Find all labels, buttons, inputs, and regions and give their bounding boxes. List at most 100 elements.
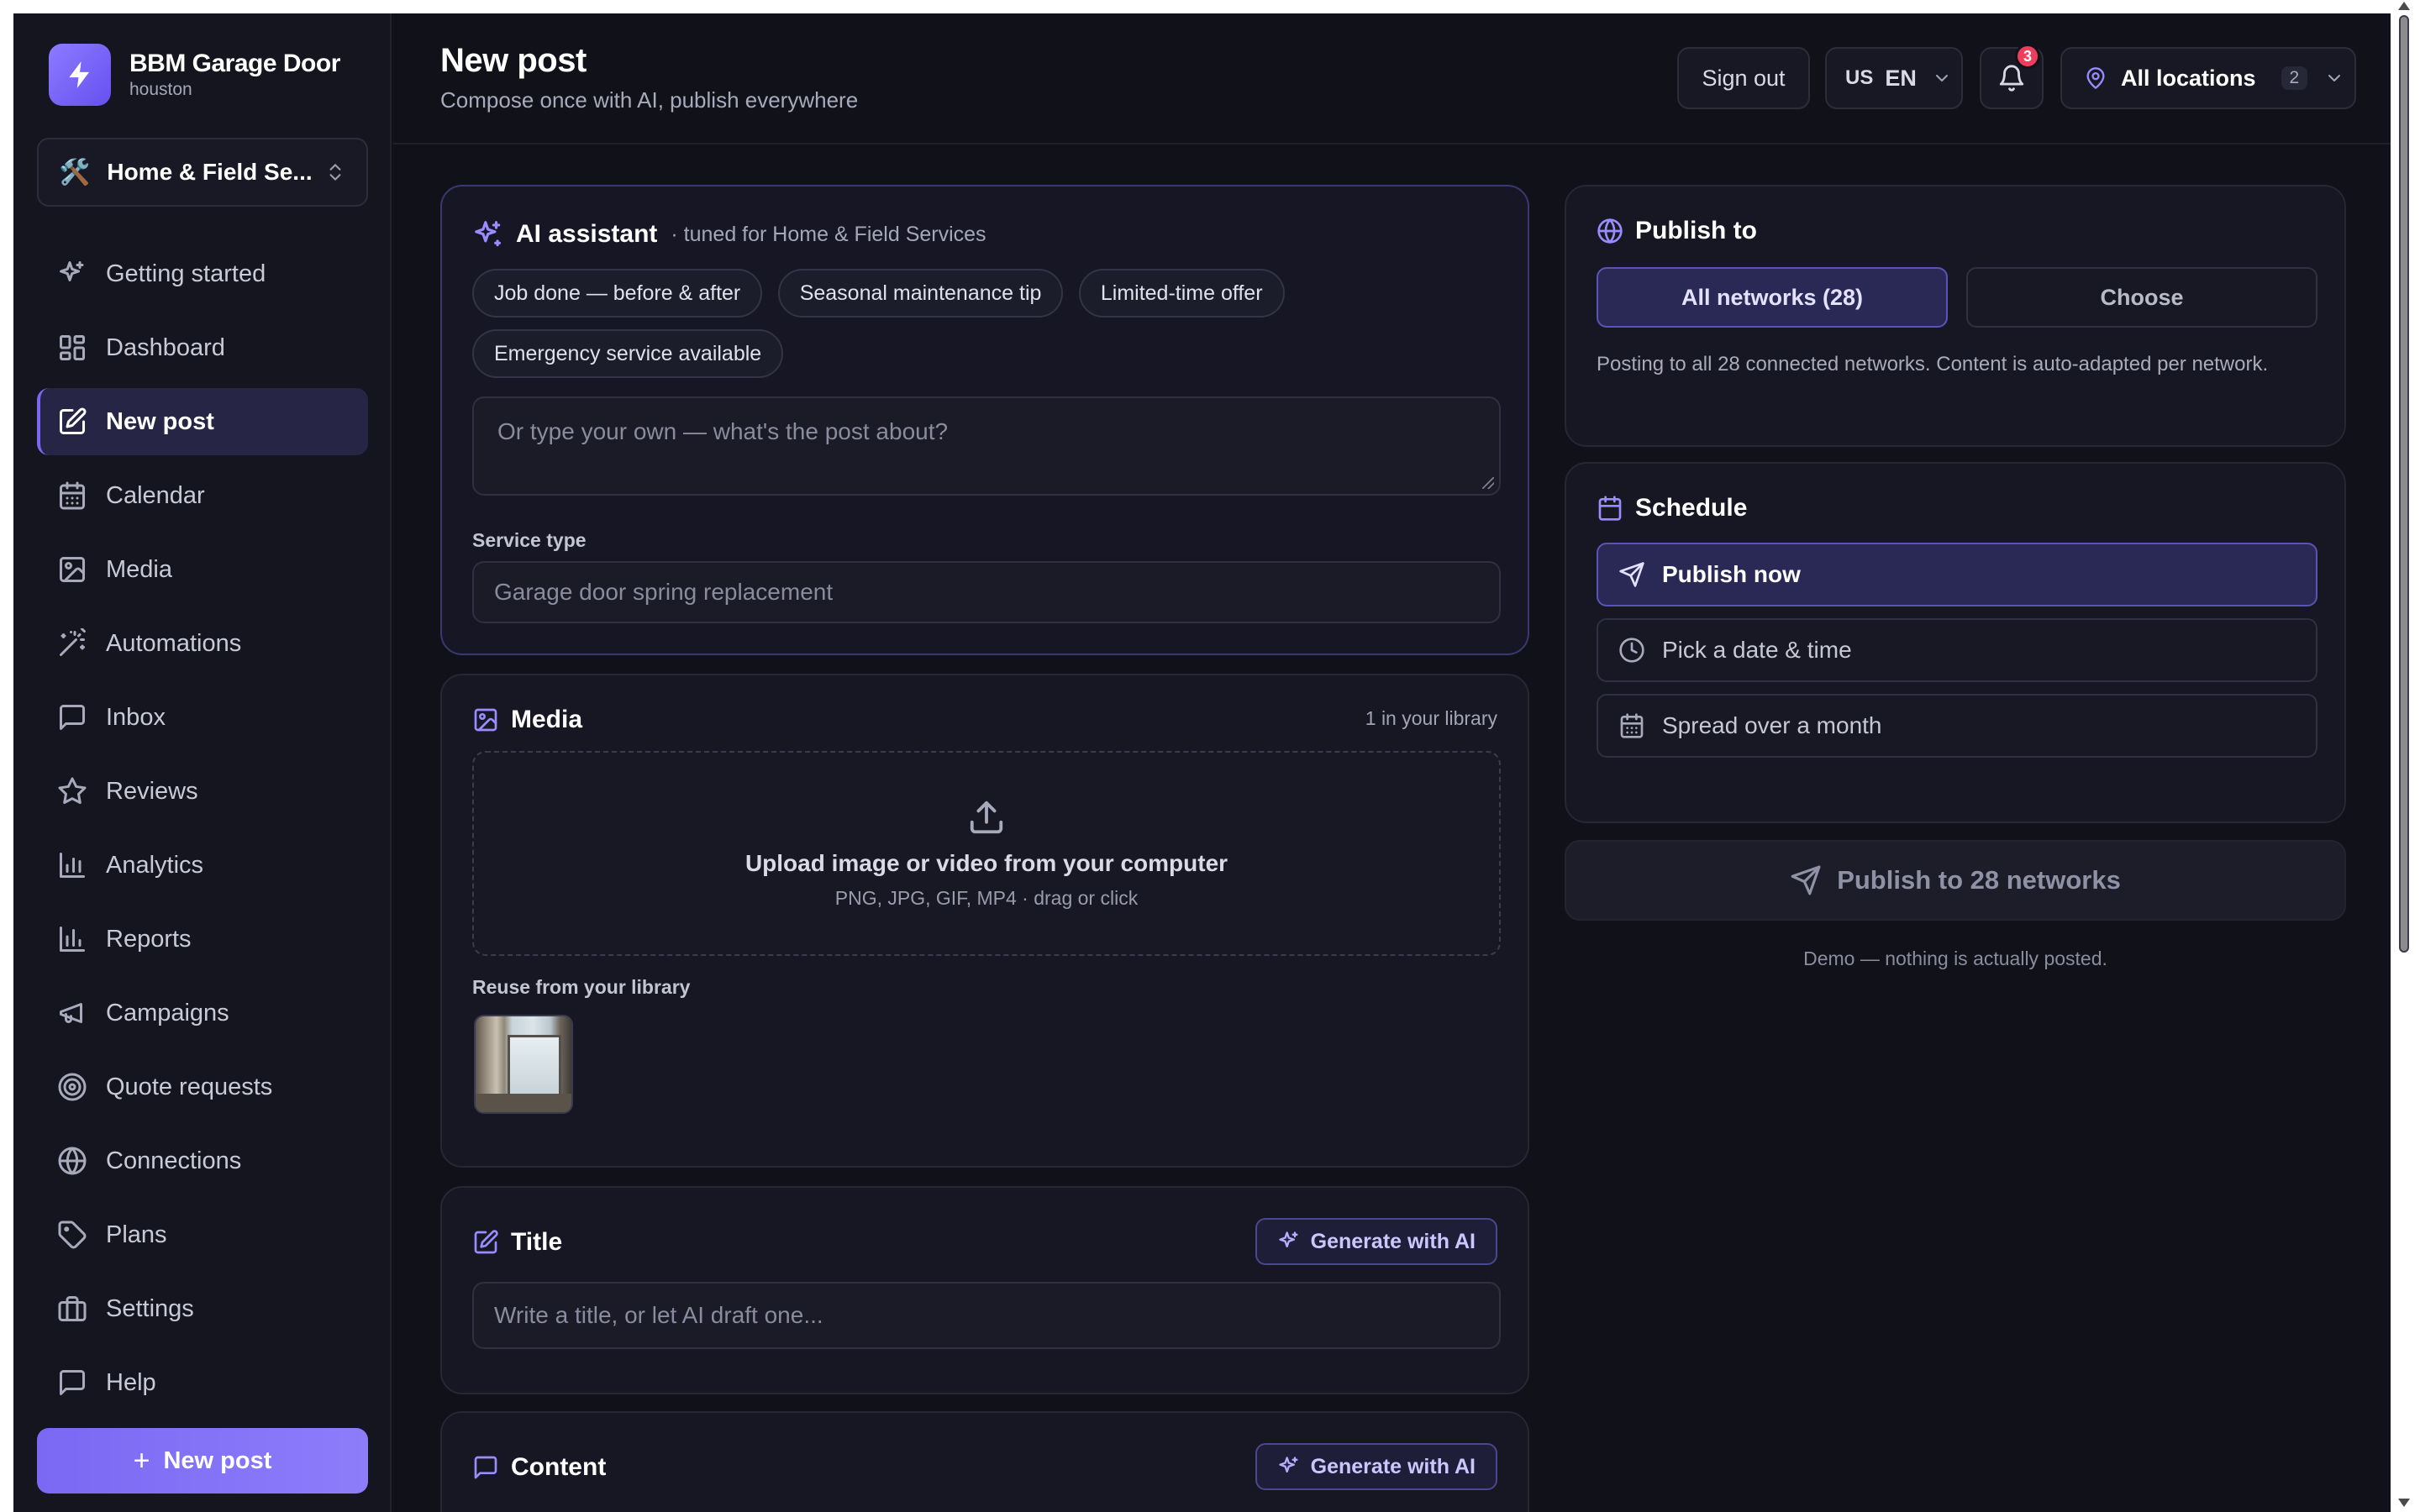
chip-emergency-service[interactable]: Emergency service available — [472, 329, 784, 378]
thumbnail-floor — [476, 1094, 571, 1112]
chip-seasonal-tip[interactable]: Seasonal maintenance tip — [777, 269, 1064, 318]
generate-content-button[interactable]: Generate with AI — [1255, 1443, 1497, 1490]
generate-title-label: Generate with AI — [1310, 1229, 1476, 1253]
sidebar-item-campaigns[interactable]: Campaigns — [37, 979, 368, 1047]
brand-name: BBM Garage Door — [129, 50, 340, 77]
brand[interactable]: BBM Garage Door houston — [49, 44, 340, 106]
sidebar-item-label: Inbox — [106, 703, 166, 731]
globe-icon — [1597, 218, 1623, 244]
sparkle-icon — [475, 221, 502, 247]
sidebar-item-help[interactable]: Help — [37, 1349, 368, 1416]
publish-note: Posting to all 28 connected networks. Co… — [1597, 353, 2269, 375]
schedule-pick-date[interactable]: Pick a date & time — [1597, 618, 2317, 682]
notification-badge: 3 — [2015, 44, 2040, 69]
sidebar-item-calendar[interactable]: Calendar — [37, 462, 368, 529]
upload-dropzone[interactable]: Upload image or video from your computer… — [472, 751, 1501, 956]
publish-to-title: Publish to — [1635, 217, 1757, 244]
scroll-down-arrow[interactable] — [2398, 1499, 2410, 1507]
bolt-icon — [49, 44, 111, 106]
notifications-button[interactable]: 3 — [1980, 44, 2044, 109]
bar-chart-icon — [60, 927, 85, 952]
schedule-card: Schedule Publish now Pick a date & time … — [1565, 462, 2346, 823]
image-icon — [474, 708, 497, 732]
sidebar-item-automations[interactable]: Automations — [37, 610, 368, 677]
chevron-down-icon — [2324, 68, 2344, 88]
sidebar-item-label: Reviews — [106, 777, 198, 805]
star-icon — [58, 777, 87, 804]
bar-chart-icon — [60, 853, 85, 878]
sparkle-icon — [60, 261, 84, 281]
sidebar-item-analytics[interactable]: Analytics — [37, 832, 368, 899]
media-card: Media 1 in your library Upload image or … — [440, 674, 1529, 1168]
ai-prompt-placeholder: Or type your own — what's the post about… — [497, 418, 949, 444]
schedule-publish-now[interactable]: Publish now — [1597, 543, 2317, 606]
sidebar-item-label: Dashboard — [106, 333, 225, 361]
sidebar-item-settings[interactable]: Settings — [37, 1275, 368, 1342]
sidebar-item-connections[interactable]: Connections — [37, 1127, 368, 1194]
language-selector[interactable]: US EN — [1825, 47, 1963, 109]
schedule-option-label: Spread over a month — [1662, 712, 1882, 738]
resize-handle[interactable] — [1482, 477, 1494, 489]
all-networks-toggle[interactable]: All networks (28) — [1597, 267, 1948, 328]
scrollbar-thumb[interactable] — [2399, 15, 2409, 953]
content-card: Content Generate with AI — [440, 1411, 1529, 1512]
edit-icon — [60, 407, 87, 434]
sidebar-item-label: Quote requests — [106, 1073, 273, 1100]
chip-job-done[interactable]: Job done — before & after — [472, 269, 763, 318]
locations-selector[interactable]: All locations 2 — [2060, 47, 2356, 109]
library-count: 1 in your library — [1365, 707, 1497, 729]
sparkle-icon — [1278, 1231, 1298, 1247]
sidebar-item-new-post[interactable]: New post — [37, 388, 368, 455]
scroll-up-arrow[interactable] — [2398, 2, 2410, 10]
wand-icon — [60, 628, 86, 656]
sign-out-button[interactable]: Sign out — [1677, 47, 1810, 109]
ai-prompt-textarea[interactable]: Or type your own — what's the post about… — [472, 396, 1501, 496]
sidebar-item-reviews[interactable]: Reviews — [37, 758, 368, 825]
thumbnail-window — [508, 1035, 561, 1097]
schedule-spread-month[interactable]: Spread over a month — [1597, 694, 2317, 758]
title-input[interactable]: Write a title, or let AI draft one... — [472, 1282, 1501, 1349]
generate-content-label: Generate with AI — [1310, 1454, 1476, 1478]
send-icon — [1619, 562, 1644, 587]
calendar-icon — [1598, 496, 1622, 521]
sidebar-item-label: Plans — [106, 1221, 167, 1248]
sidebar-item-quote-requests[interactable]: Quote requests — [37, 1053, 368, 1121]
workspace-switcher[interactable]: 🛠️ Home & Field Se... — [37, 138, 368, 207]
image-icon — [60, 557, 85, 582]
service-type-input[interactable]: Garage door spring replacement — [472, 561, 1501, 623]
page-title: New post — [440, 42, 587, 79]
media-header: Media — [472, 706, 582, 734]
page-scrollbar[interactable] — [2391, 0, 2420, 1512]
sidebar-item-dashboard[interactable]: Dashboard — [37, 314, 368, 381]
sidebar-item-media[interactable]: Media — [37, 536, 368, 603]
sidebar-item-getting-started[interactable]: Getting started — [37, 240, 368, 307]
sidebar-item-label: New post — [106, 407, 214, 435]
publish-to-networks-button[interactable]: Publish to 28 networks — [1565, 840, 2346, 921]
new-post-button[interactable]: + New post — [37, 1428, 368, 1494]
language-code: EN — [1885, 65, 1917, 91]
ai-assistant-card: AI assistant · tuned for Home & Field Se… — [440, 185, 1529, 655]
upload-icon — [970, 801, 1003, 833]
schedule-option-label: Pick a date & time — [1662, 637, 1852, 663]
chip-limited-offer[interactable]: Limited-time offer — [1078, 269, 1285, 318]
map-pin-icon — [2086, 67, 2105, 89]
sidebar-item-label: Help — [106, 1368, 156, 1396]
sidebar-item-inbox[interactable]: Inbox — [37, 684, 368, 751]
sidebar-item-plans[interactable]: Plans — [37, 1201, 368, 1268]
sidebar-item-label: Settings — [106, 1294, 194, 1322]
globe-icon — [58, 1147, 87, 1175]
sidebar-item-reports[interactable]: Reports — [37, 906, 368, 973]
sidebar: BBM Garage Door houston 🛠️ Home & Field … — [13, 13, 392, 1512]
sidebar-item-label: Automations — [106, 629, 242, 657]
plus-icon: + — [133, 1444, 150, 1477]
top-header: New post Compose once with AI, publish e… — [393, 13, 2391, 144]
locations-label: All locations — [2121, 65, 2256, 91]
upload-subtitle: PNG, JPG, GIF, MP4 · drag or click — [834, 886, 1139, 909]
generate-title-button[interactable]: Generate with AI — [1255, 1218, 1497, 1265]
library-thumbnail[interactable] — [474, 1015, 573, 1114]
choose-networks-toggle[interactable]: Choose — [1966, 267, 2317, 328]
locations-count: 2 — [2281, 66, 2308, 90]
sidebar-item-label: Analytics — [106, 851, 204, 879]
workspace-label: Home & Field Se... — [107, 159, 313, 185]
new-post-label: New post — [163, 1446, 272, 1474]
